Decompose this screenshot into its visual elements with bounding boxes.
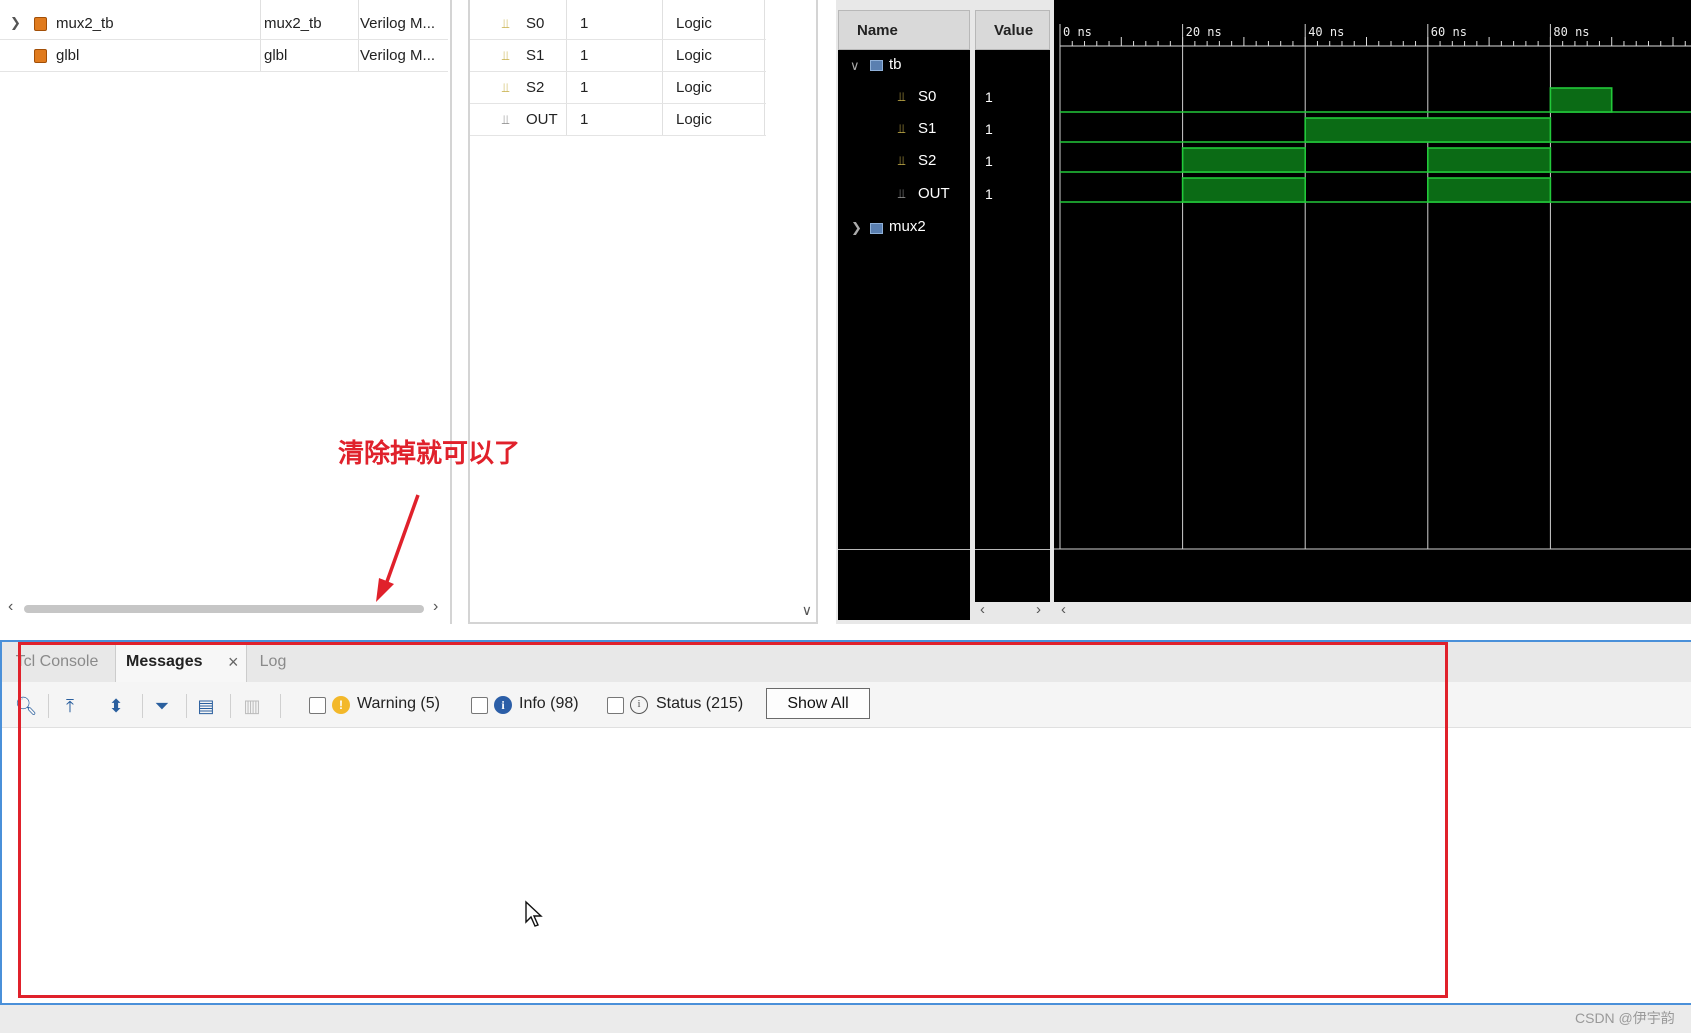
waveform-high-s2 — [1181, 147, 1307, 173]
scroll-right-icon[interactable]: › — [433, 598, 438, 616]
hierarchy-row-glbl[interactable]: glbl glbl Verilog M... — [0, 40, 448, 72]
name-column-header[interactable]: Name — [838, 10, 970, 50]
wave-signal-s0[interactable]: S0 — [918, 88, 936, 105]
scroll-left-icon[interactable]: ‹ — [980, 601, 985, 618]
wave-signal-s2[interactable]: S2 — [918, 152, 936, 169]
wave-value-out: 1 — [985, 186, 993, 202]
divider — [975, 549, 1050, 550]
scroll-right-icon[interactable]: › — [1036, 601, 1041, 618]
signal-icon: ⫫ — [898, 121, 906, 136]
object-value: 1 — [580, 15, 589, 32]
object-value: 1 — [580, 111, 589, 128]
waveform-high-s0 — [1549, 87, 1613, 113]
wave-tree-item-mux2[interactable]: mux2 — [889, 218, 926, 235]
annotation-arrow-icon — [376, 494, 420, 602]
hierarchy-col2: mux2_tb — [264, 15, 322, 32]
chevron-right-icon[interactable]: ❯ — [10, 15, 21, 31]
signal-icon: ⫫ — [898, 89, 906, 104]
object-row-out[interactable]: ⫫ OUT 1 Logic — [470, 104, 766, 136]
object-type: Logic — [676, 15, 712, 32]
object-value: 1 — [580, 47, 589, 64]
signal-icon: ⫫ — [898, 153, 906, 168]
waveform-canvas[interactable]: 0 ns 20 ns 40 ns 60 ns 80 ns — [1054, 0, 1691, 602]
hierarchy-name: mux2_tb — [56, 15, 114, 32]
scroll-down-icon[interactable]: ∨ — [802, 602, 812, 619]
time-label: 60 ns — [1431, 25, 1467, 39]
signal-icon: ⫫ — [502, 48, 510, 63]
hierarchy-col2: glbl — [264, 47, 288, 64]
object-name: S0 — [526, 15, 545, 32]
object-type: Logic — [676, 47, 712, 64]
scrollbar-thumb[interactable] — [24, 605, 424, 613]
verilog-module-icon — [34, 49, 47, 63]
time-label: 20 ns — [1186, 25, 1222, 39]
signal-icon: ⫫ — [898, 186, 906, 201]
object-row-s2[interactable]: ⫫ S2 1 Logic — [470, 72, 766, 104]
waveform-svg: 0 ns 20 ns 40 ns 60 ns 80 ns — [1054, 24, 1691, 550]
value-column-header[interactable]: Value — [975, 10, 1050, 50]
hierarchy-name: glbl — [56, 47, 80, 64]
wave-value-s2: 1 — [985, 153, 993, 169]
watermark: CSDN @伊宇韵 — [1575, 1010, 1675, 1026]
objects-panel: ⫫ S0 1 Logic ⫫ S1 1 Logic ⫫ S2 1 Logic ⫫… — [468, 0, 818, 624]
status-bar — [0, 1003, 1691, 1033]
value-header-label: Value — [994, 22, 1034, 39]
object-type: Logic — [676, 79, 712, 96]
wave-signal-s1[interactable]: S1 — [918, 120, 936, 137]
wave-value-s0: 1 — [985, 89, 993, 105]
scroll-left-icon[interactable]: ‹ — [8, 598, 13, 616]
waveform-high-out — [1181, 177, 1307, 203]
hierarchy-row-mux2-tb[interactable]: ❯ mux2_tb mux2_tb Verilog M... — [0, 8, 448, 40]
object-name: S1 — [526, 47, 545, 64]
time-label: 40 ns — [1308, 25, 1344, 39]
object-name: S2 — [526, 79, 545, 96]
object-row-s0[interactable]: ⫫ S0 1 Logic — [470, 8, 766, 40]
scroll-left-icon[interactable]: ‹ — [1061, 601, 1066, 618]
object-type: Logic — [676, 111, 712, 128]
verilog-module-icon — [34, 17, 47, 31]
waveform-high-s2 — [1426, 147, 1552, 173]
annotation-highlight-box — [18, 642, 1448, 998]
waveform-high-s1 — [1304, 117, 1552, 143]
module-icon — [870, 60, 883, 71]
signal-icon: ⫫ — [502, 16, 510, 31]
wave-signal-out[interactable]: OUT — [918, 185, 950, 202]
wave-tree-item-tb[interactable]: tb — [889, 56, 902, 73]
signal-icon: ⫫ — [502, 80, 510, 95]
module-icon — [870, 223, 883, 234]
annotation-text: 清除掉就可以了 — [338, 439, 521, 469]
object-value: 1 — [580, 79, 589, 96]
time-label: 80 ns — [1553, 25, 1589, 39]
divider — [838, 549, 970, 550]
name-header-label: Name — [857, 22, 898, 39]
hierarchy-col3: Verilog M... — [360, 15, 436, 32]
object-name: OUT — [526, 111, 558, 128]
signal-icon: ⫫ — [502, 112, 510, 127]
time-label: 0 ns — [1063, 25, 1092, 39]
waveform-high-out — [1426, 177, 1552, 203]
chevron-right-icon[interactable]: ❯ — [851, 220, 862, 236]
hierarchy-col3: Verilog M... — [360, 47, 436, 64]
chevron-down-icon[interactable]: ∨ — [850, 58, 860, 74]
wave-value-s1: 1 — [985, 121, 993, 137]
object-row-s1[interactable]: ⫫ S1 1 Logic — [470, 40, 766, 72]
